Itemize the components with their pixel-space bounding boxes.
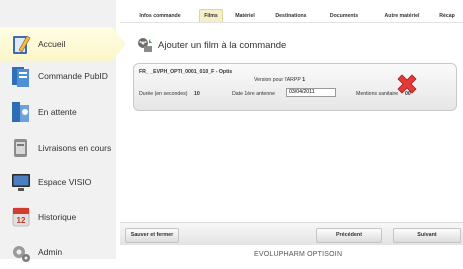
version-value: 1 — [302, 77, 306, 83]
sidebar-item-en-attente[interactable]: En attente — [0, 95, 116, 129]
mentions-label: Mentions sanitaire — [356, 91, 399, 97]
sidebar-item-label: Historique — [38, 212, 77, 222]
waiting-icon — [12, 102, 29, 122]
tab-infos-commande[interactable]: Infos commande — [132, 10, 188, 22]
tab-materiel[interactable]: Matériel — [230, 10, 260, 22]
footer-text: EVOLUPHARM OPTISOIN — [254, 251, 343, 258]
delivery-icon — [14, 139, 27, 157]
tab-films[interactable]: Films — [199, 9, 223, 22]
tab-documents[interactable]: Documents — [325, 10, 363, 22]
svg-text:12: 12 — [17, 216, 26, 225]
orders-icon — [12, 67, 29, 87]
tab-recap[interactable]: Récap — [435, 10, 459, 22]
sidebar-item-label: Espace VISIO — [38, 177, 92, 187]
monitor-icon — [12, 174, 30, 191]
previous-button[interactable]: Précédent — [316, 228, 382, 243]
sidebar-item-label: Livraisons en cours — [38, 143, 112, 153]
sidebar-item-livraisons[interactable]: Livraisons en cours — [0, 131, 116, 165]
sidebar-item-label: Commande PubID — [38, 71, 108, 81]
sidebar-item-admin[interactable]: Admin — [0, 235, 116, 269]
sidebar-item-label: En attente — [38, 107, 77, 117]
tab-bar: Infos commande Films Matériel Destinatio… — [130, 9, 463, 22]
duration-label: Durée (en secondes) — [139, 91, 188, 97]
tab-autre-materiel[interactable]: Autre matériel — [378, 10, 426, 22]
date-label: Date 1ère antenne — [232, 91, 275, 97]
duration-value: 10 — [194, 91, 200, 97]
delete-icon[interactable] — [394, 71, 420, 97]
first-broadcast-date-input[interactable] — [286, 88, 336, 97]
film-reference: FR_ _EVPH_OPTI_0001_010_F - Optis — [139, 69, 233, 75]
gears-icon — [13, 246, 30, 262]
tab-divider — [120, 22, 463, 23]
sidebar-item-commande-pubid[interactable]: Commande PubID — [0, 59, 116, 93]
film-version: Version pour l'ARPP 1 — [254, 77, 305, 83]
sidebar-item-label: Admin — [38, 247, 63, 257]
sidebar-item-accueil[interactable]: Accueil — [0, 27, 126, 61]
sidebar-item-label: Accueil — [38, 39, 66, 49]
save-close-button[interactable]: Sauver et fermer — [125, 228, 179, 243]
pencil-icon — [13, 35, 31, 54]
bottom-action-bar: Sauver et fermer Précédent Suivant — [120, 222, 463, 245]
film-reel-icon — [138, 38, 152, 52]
sidebar-item-historique[interactable]: 12 Historique — [0, 200, 116, 234]
calendar-icon: 12 — [12, 207, 30, 227]
page-title: Ajouter un film à la commande — [158, 40, 287, 51]
tab-destinations[interactable]: Destinations — [270, 10, 312, 22]
version-label: Version pour l'ARPP — [254, 77, 301, 83]
sidebar: Accueil Commande PubID En attente Livrai… — [0, 0, 126, 262]
next-button[interactable]: Suivant — [393, 228, 461, 243]
sidebar-item-espace-visio[interactable]: Espace VISIO — [0, 165, 116, 199]
